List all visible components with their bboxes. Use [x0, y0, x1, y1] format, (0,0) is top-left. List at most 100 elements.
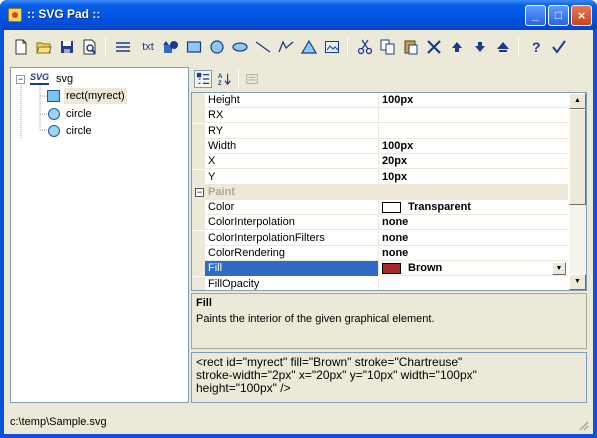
- property-row[interactable]: Height 100px: [192, 93, 568, 108]
- property-name: Y: [208, 170, 216, 183]
- property-row[interactable]: FillOpacity: [192, 276, 568, 290]
- property-value[interactable]: 100px: [382, 94, 413, 106]
- collapse-toggle-icon[interactable]: −: [16, 75, 25, 84]
- property-value[interactable]: 20px: [382, 155, 407, 167]
- svg-source-editor[interactable]: <rect id="myrect" fill="Brown" stroke="C…: [191, 352, 587, 403]
- property-category-row[interactable]: − Paint: [192, 184, 568, 200]
- toolbar-separator: [105, 37, 106, 57]
- new-document-icon[interactable]: [12, 38, 30, 56]
- main-toolbar: txt ?: [4, 30, 593, 62]
- rect-icon: [47, 90, 60, 102]
- dropdown-arrow-icon[interactable]: ▼: [552, 262, 566, 276]
- svg-text:?: ?: [532, 39, 541, 55]
- toolbar-separator: [518, 37, 519, 57]
- grid-margin: [192, 200, 205, 216]
- property-row[interactable]: RY: [192, 123, 568, 139]
- property-value[interactable]: 100px: [382, 140, 413, 152]
- line-tool-icon[interactable]: [254, 38, 272, 56]
- tree-node-rect[interactable]: rect(myrect): [47, 88, 177, 104]
- property-value[interactable]: none: [382, 247, 408, 259]
- property-name: Width: [208, 139, 237, 152]
- vertical-scrollbar[interactable]: ▲ ▼: [569, 93, 586, 290]
- property-row[interactable]: Width 100px: [192, 138, 568, 154]
- property-row[interactable]: ColorInterpolation none: [192, 215, 568, 231]
- element-tree[interactable]: − SVG svg rect(myrect) circle circle: [10, 67, 189, 403]
- property-row[interactable]: Color Transparent: [192, 200, 568, 216]
- property-value[interactable]: Transparent: [408, 201, 471, 213]
- category-collapse-icon[interactable]: −: [195, 187, 204, 197]
- grid-divider: [378, 200, 379, 216]
- property-row[interactable]: ColorRendering none: [192, 246, 568, 261]
- grid-margin: [192, 169, 205, 185]
- minimize-button[interactable]: _: [525, 5, 546, 26]
- close-button[interactable]: ×: [571, 5, 592, 26]
- scroll-down-icon[interactable]: ▼: [569, 274, 586, 290]
- grid-margin: [192, 276, 205, 290]
- move-up-icon[interactable]: [448, 38, 466, 56]
- color-swatch: [382, 202, 401, 214]
- cut-icon[interactable]: [356, 38, 374, 56]
- circle-tool-icon[interactable]: [208, 38, 226, 56]
- open-folder-icon[interactable]: [35, 38, 53, 56]
- property-row[interactable]: Fill Brown ▼: [192, 261, 568, 277]
- check-icon[interactable]: [550, 38, 568, 56]
- property-value[interactable]: none: [382, 232, 408, 244]
- scroll-thumb[interactable]: [569, 109, 586, 205]
- maximize-button[interactable]: □: [548, 5, 569, 26]
- resize-grip-icon[interactable]: [577, 419, 589, 431]
- polygon-tool-icon[interactable]: [300, 38, 318, 56]
- grid-divider: [378, 123, 379, 139]
- grid-divider: [378, 108, 379, 124]
- property-pages-icon[interactable]: [243, 70, 261, 88]
- categorized-view-icon[interactable]: [194, 70, 212, 88]
- save-icon[interactable]: [58, 38, 76, 56]
- polyline-tool-icon[interactable]: [277, 38, 295, 56]
- text-tool[interactable]: txt: [137, 38, 159, 56]
- property-value[interactable]: 10px: [382, 171, 407, 183]
- color-swatch: [382, 263, 401, 275]
- property-value[interactable]: none: [382, 216, 408, 228]
- ellipse-tool-icon[interactable]: [231, 38, 249, 56]
- rect-tool-icon[interactable]: [185, 38, 203, 56]
- svg-text:A: A: [218, 73, 223, 80]
- property-row[interactable]: ColorInterpolationFilters none: [192, 230, 568, 246]
- grid-divider: [378, 276, 379, 290]
- property-grid[interactable]: Height 100px RX RY Width 100px X 20px Y 10px − Pain…: [191, 92, 587, 291]
- move-top-icon[interactable]: [494, 38, 512, 56]
- print-preview-icon[interactable]: [81, 38, 99, 56]
- circle-icon: [48, 125, 60, 137]
- property-row[interactable]: Y 10px: [192, 169, 568, 185]
- toolbar-separator: [238, 70, 239, 88]
- svg-text:Z: Z: [218, 80, 222, 86]
- title-bar[interactable]: :: SVG Pad :: _ □ ×: [0, 0, 597, 30]
- help-icon[interactable]: ?: [527, 38, 545, 56]
- selected-row-highlight: [205, 261, 378, 277]
- property-name: Paint: [208, 185, 235, 198]
- property-name: X: [208, 155, 216, 168]
- alphabetical-sort-icon[interactable]: AZ: [216, 70, 234, 88]
- property-row[interactable]: RX: [192, 108, 568, 124]
- tree-node-circle[interactable]: circle: [47, 123, 177, 139]
- paste-icon[interactable]: [402, 38, 420, 56]
- tree-node-label: svg: [56, 73, 74, 85]
- delete-icon[interactable]: [425, 38, 443, 56]
- property-name: Color: [208, 201, 235, 214]
- property-name: Height: [208, 94, 240, 106]
- image-tool-icon[interactable]: [323, 38, 341, 56]
- property-grid-toolbar: AZ: [191, 67, 587, 92]
- property-value[interactable]: Brown: [408, 262, 442, 274]
- scroll-up-icon[interactable]: ▲: [569, 93, 586, 109]
- toolbar-separator: [347, 37, 348, 57]
- move-down-icon[interactable]: [471, 38, 489, 56]
- property-row[interactable]: X 20px: [192, 154, 568, 170]
- shapes-icon[interactable]: [162, 38, 180, 56]
- tree-node-svg-root[interactable]: − SVG svg: [11, 71, 181, 87]
- grid-divider: [378, 93, 379, 108]
- property-name: ColorRendering: [208, 247, 286, 259]
- property-name: RX: [208, 109, 224, 122]
- grid-margin: [192, 215, 205, 231]
- copy-icon[interactable]: [379, 38, 397, 56]
- tree-node-circle[interactable]: circle: [47, 106, 177, 122]
- property-description: Fill Paints the interior of the given gr…: [191, 293, 587, 349]
- lines-icon[interactable]: [114, 38, 132, 56]
